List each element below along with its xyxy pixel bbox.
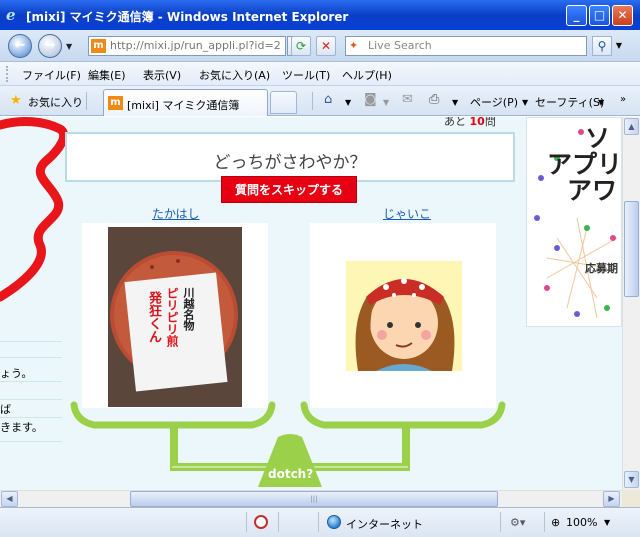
- close-button[interactable]: ✕: [612, 5, 633, 26]
- page-content: ょう。 ば きます。 あと 10問 どっちがさわやか？ 質問をスキップする たか…: [0, 117, 622, 490]
- vertical-scroll-thumb[interactable]: [624, 201, 639, 297]
- horizontal-scroll-thumb[interactable]: |||: [130, 491, 498, 507]
- menu-grip: [6, 66, 9, 82]
- stop-button[interactable]: ✕: [316, 36, 336, 56]
- menu-file[interactable]: ファイル(F): [22, 67, 81, 83]
- mixi-favicon-icon: m: [108, 96, 123, 110]
- scroll-down-button[interactable]: ▼: [624, 471, 639, 488]
- protected-mode-icon[interactable]: ⚙▾: [510, 516, 525, 529]
- title-bar: e [mixi] マイミク通信簿 - Windows Internet Expl…: [0, 0, 640, 30]
- menu-bar: ファイル(F) 編集(E) 表示(V) お気に入り(A) ツール(T) ヘルプ(…: [0, 62, 640, 86]
- left-partial-text: ば: [0, 403, 11, 416]
- tab-toolbar: ★ お気に入り m [mixi] マイミク通信簿 ⌂ ▼ ◙ ▼ ✉ ⎙ ▼ ペ…: [0, 86, 640, 116]
- question-box: どっちがさわやか？: [65, 132, 515, 182]
- choice-right-card[interactable]: [310, 223, 496, 408]
- feeds-icon[interactable]: ◙: [364, 93, 377, 107]
- minimize-button[interactable]: _: [566, 5, 587, 26]
- maximize-button[interactable]: □: [589, 5, 610, 26]
- safety-dropdown-icon[interactable]: ▼: [598, 96, 604, 110]
- menu-edit[interactable]: 編集(E): [88, 67, 126, 83]
- choice-right-name[interactable]: じゃいこ: [383, 205, 431, 222]
- print-dropdown-icon[interactable]: ▼: [452, 96, 458, 110]
- menu-view[interactable]: 表示(V): [143, 67, 181, 83]
- address-field[interactable]: m http://mixi.jp/run_appli.pl?id=2: [88, 36, 286, 56]
- question-text: どっちがさわやか？: [213, 153, 367, 173]
- choice-left-card[interactable]: 川越名物 ピリピリ煎 発狂くん: [82, 223, 268, 408]
- search-field[interactable]: ✦ Live Search: [345, 36, 587, 56]
- vertical-scrollbar[interactable]: ▲ ▼: [622, 117, 640, 490]
- scroll-right-button[interactable]: ▶: [603, 491, 620, 507]
- home-dropdown-icon[interactable]: ▼: [345, 96, 351, 110]
- search-placeholder: Live Search: [368, 39, 432, 52]
- choice-right-illustration[interactable]: [346, 261, 462, 371]
- status-divider: [246, 512, 247, 532]
- refresh-button[interactable]: ⟳: [291, 36, 311, 56]
- zoom-dropdown-icon[interactable]: ▼: [604, 518, 610, 527]
- forward-button[interactable]: →: [38, 34, 62, 58]
- favorites-star-icon[interactable]: ★: [10, 94, 22, 107]
- new-tab-button[interactable]: [270, 91, 297, 114]
- remaining-questions-text: あと 10問: [444, 117, 496, 128]
- ad-apply-period: 応募期: [585, 262, 618, 275]
- zoom-level[interactable]: 100%: [566, 516, 597, 529]
- popup-blocked-icon[interactable]: [254, 515, 268, 529]
- history-dropdown-icon[interactable]: ▼: [66, 42, 72, 51]
- photo-label-line2: ピリピリ煎: [165, 287, 179, 347]
- print-icon[interactable]: ⎙: [429, 93, 439, 107]
- left-partial-text: ょう。: [0, 367, 33, 380]
- more-commands-icon[interactable]: »: [620, 93, 626, 107]
- skip-question-button[interactable]: 質問をスキップする: [221, 176, 357, 203]
- status-divider: [278, 512, 279, 532]
- menu-help[interactable]: ヘルプ(H): [342, 67, 392, 83]
- live-search-logo-icon: ✦: [349, 39, 359, 52]
- status-divider: [318, 512, 319, 532]
- address-url[interactable]: http://mixi.jp/run_appli.pl?id=2: [110, 39, 286, 52]
- status-divider: [544, 512, 545, 532]
- photo-label-line1: 川越名物: [182, 287, 195, 331]
- mixi-favicon-icon: m: [91, 39, 106, 53]
- security-zone-text: インターネット: [346, 518, 423, 531]
- status-divider: [500, 512, 501, 532]
- zoom-icon[interactable]: ⊕: [551, 516, 560, 529]
- search-options-dropdown[interactable]: ▼: [613, 36, 625, 56]
- photo-label-line3: 発狂くん: [146, 291, 161, 343]
- ad-heading-line1: ソ: [585, 124, 611, 153]
- right-ad-panel[interactable]: ソ アプリ アワ 応募期: [526, 117, 622, 327]
- scrollbar-corner: [622, 490, 640, 507]
- scale-label: dotch?: [268, 467, 314, 481]
- left-partial-text: きます。: [0, 421, 43, 434]
- toolbar-separator: [312, 92, 313, 110]
- ie-logo-icon: e: [6, 6, 16, 24]
- choice-left-photo[interactable]: 川越名物 ピリピリ煎 発狂くん: [108, 227, 242, 407]
- feeds-dropdown-icon[interactable]: ▼: [383, 96, 389, 110]
- home-icon[interactable]: ⌂: [324, 93, 332, 107]
- mail-icon[interactable]: ✉: [402, 93, 413, 107]
- menu-favorites[interactable]: お気に入り(A): [199, 67, 270, 83]
- back-button[interactable]: ←: [8, 34, 32, 58]
- scroll-up-button[interactable]: ▲: [624, 118, 639, 135]
- ad-heading-line2: アプリ: [547, 150, 622, 179]
- search-button[interactable]: ⚲: [592, 36, 612, 56]
- page-dropdown-icon[interactable]: ▼: [522, 96, 528, 110]
- scroll-left-button[interactable]: ◀: [1, 491, 18, 507]
- horizontal-scrollbar[interactable]: ◀ ||| ▶: [0, 490, 622, 507]
- status-bar: インターネット ⚙▾ ⊕ 100% ▼: [0, 507, 640, 537]
- page-menu-button[interactable]: ページ(P): [470, 94, 518, 110]
- favorites-button[interactable]: お気に入り: [28, 94, 83, 110]
- safety-menu-button[interactable]: セーフティ(S): [535, 94, 604, 110]
- toolbar-separator: [86, 92, 87, 110]
- menu-tools[interactable]: ツール(T): [282, 67, 330, 83]
- tab-mixi[interactable]: m [mixi] マイミク通信簿: [103, 89, 268, 116]
- tab-title: [mixi] マイミク通信簿: [127, 99, 240, 112]
- internet-zone-icon: [327, 515, 341, 529]
- address-toolbar: ← → ▼ m http://mixi.jp/run_appli.pl?id=2…: [0, 30, 640, 62]
- window-title: [mixi] マイミク通信簿 - Windows Internet Explor…: [26, 10, 349, 24]
- choice-left-name[interactable]: たかはし: [152, 205, 200, 222]
- ad-heading-line3: アワ: [567, 176, 618, 205]
